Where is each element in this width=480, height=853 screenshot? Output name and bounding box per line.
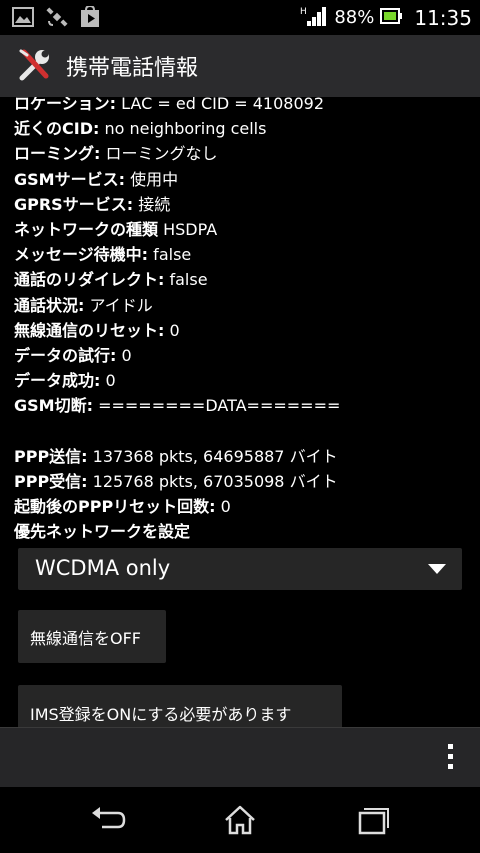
- info-row-message-waiting: メッセージ待機中: false: [14, 245, 192, 265]
- radio-off-button[interactable]: 無線通信をOFF: [18, 610, 166, 663]
- tools-icon[interactable]: [18, 48, 52, 86]
- home-icon[interactable]: [220, 803, 260, 837]
- info-row-roaming: ローミング: ローミングなし: [14, 144, 218, 164]
- info-row-location: ロケーション: LAC = ed CID = 4108092: [14, 97, 325, 113]
- play-store-icon: [80, 6, 100, 28]
- info-row-radio-reset: 無線通信のリセット: 0: [14, 320, 180, 340]
- info-row-call-redirect: 通話のリダイレクト: false: [14, 270, 208, 290]
- bottom-action-bar: [0, 727, 480, 787]
- navigation-bar: [0, 787, 480, 853]
- system-status: H 88% 11:35: [300, 0, 472, 35]
- info-row-ppp-reset-count: 起動後のPPPリセット回数: 0: [14, 497, 231, 516]
- overflow-menu-icon[interactable]: [444, 744, 456, 774]
- svg-text:H: H: [300, 7, 307, 17]
- info-row-gsm-service: GSMサービス: 使用中: [14, 169, 179, 189]
- info-list: ロケーション: LAC = ed CID = 4108092 近くのCID: n…: [14, 97, 340, 544]
- satellite-icon: [46, 6, 68, 28]
- info-row-ppp-received: PPP受信: 125768 pkts, 67035098 バイト: [14, 471, 338, 491]
- notification-icons: [12, 6, 100, 28]
- status-bar: H 88% 11:35: [0, 0, 480, 35]
- info-row-data-attempts: データの試行: 0: [14, 345, 132, 365]
- info-row-call-status: 通話状況: アイドル: [14, 295, 153, 315]
- phone-info-content[interactable]: ロケーション: LAC = ed CID = 4108092 近くのCID: n…: [0, 97, 480, 727]
- info-row-ppp-sent: PPP送信: 137368 pkts, 64695887 バイト: [14, 446, 338, 466]
- preferred-network-spinner[interactable]: WCDMA only: [18, 548, 462, 590]
- back-icon[interactable]: [88, 803, 128, 837]
- battery-percent: 88%: [334, 7, 375, 28]
- preferred-network-value: WCDMA only: [35, 556, 171, 580]
- recent-apps-icon[interactable]: [352, 803, 392, 837]
- image-notification-icon: [12, 7, 34, 27]
- info-row-gprs-service: GPRSサービス: 接続: [14, 194, 171, 214]
- page-title: 携帯電話情報: [66, 56, 199, 81]
- action-bar: 携帯電話情報: [0, 35, 480, 97]
- dropdown-arrow-icon: [428, 564, 446, 574]
- info-row-data-success: データ成功: 0: [14, 371, 116, 391]
- hspa-signal-icon: H: [300, 5, 328, 31]
- preferred-network-label: 優先ネットワークを設定: [14, 522, 191, 542]
- ims-registration-button-label: IMS登録をONにする必要があります: [30, 705, 292, 724]
- ims-registration-button[interactable]: IMS登録をONにする必要があります: [18, 685, 342, 727]
- info-row-gsm-disconnect: GSM切断: ========DATA=======: [14, 396, 341, 416]
- radio-off-button-label: 無線通信をOFF: [30, 629, 142, 648]
- info-row-neighbor-cid: 近くのCID: no neighboring cells: [14, 119, 267, 139]
- info-row-network-type: ネットワークの種類 HSDPA: [14, 219, 218, 239]
- clock: 11:35: [414, 5, 472, 30]
- battery-icon: [380, 7, 403, 28]
